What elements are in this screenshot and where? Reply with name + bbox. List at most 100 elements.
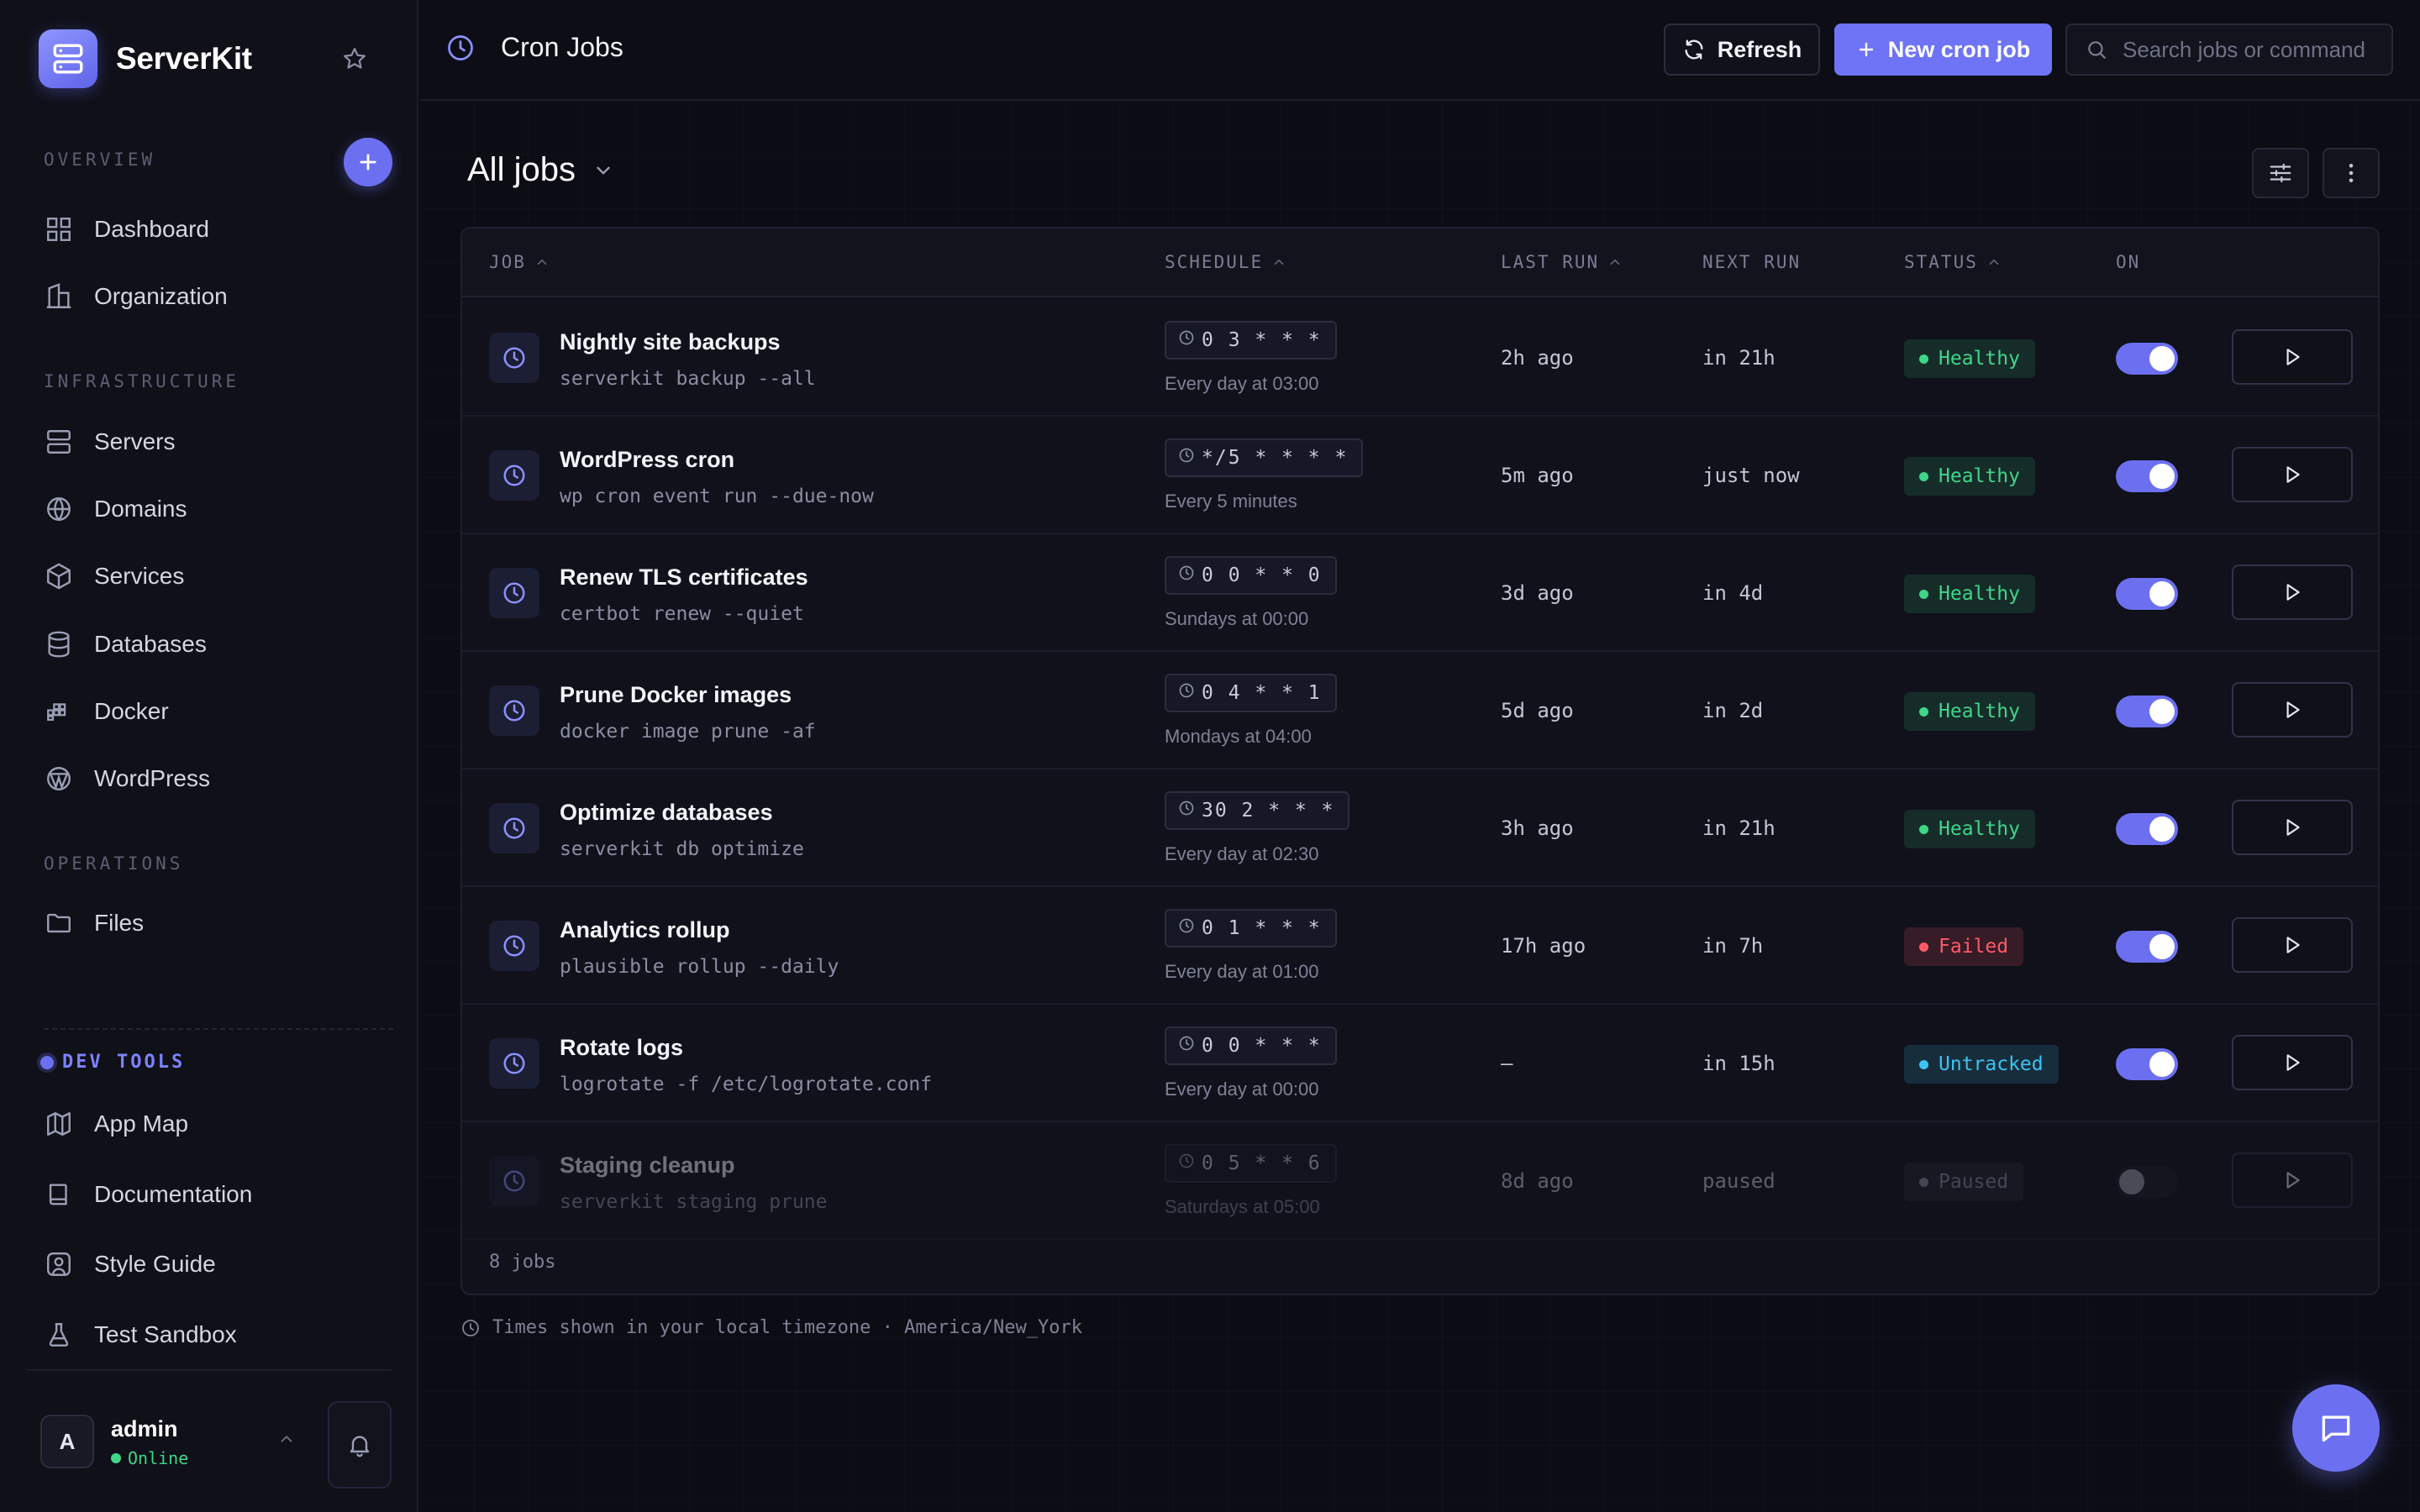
sidebar-item-test-sandbox[interactable]: Test Sandbox bbox=[40, 1310, 393, 1360]
job-name[interactable]: Renew TLS certificates bbox=[560, 564, 808, 591]
database-icon bbox=[40, 626, 77, 663]
chevron-up-icon[interactable] bbox=[277, 1430, 296, 1452]
sidebar-item-organization[interactable]: Organization bbox=[40, 271, 393, 322]
last-run: 3d ago bbox=[1501, 581, 1574, 605]
notifications-button[interactable] bbox=[328, 1401, 392, 1488]
next-run: in 21h bbox=[1702, 816, 1776, 840]
search-icon bbox=[2088, 41, 2106, 59]
table-row[interactable]: Rotate logs logrotate -f /etc/logrotate.c… bbox=[462, 1005, 2378, 1122]
sidebar-item-style-guide[interactable]: Style Guide bbox=[40, 1239, 393, 1289]
enabled-toggle[interactable] bbox=[2116, 696, 2178, 727]
clock-icon bbox=[489, 333, 539, 383]
job-name[interactable]: Optimize databases bbox=[560, 800, 773, 826]
enabled-toggle[interactable] bbox=[2116, 813, 2178, 845]
status-dot-icon bbox=[1919, 589, 1928, 599]
run-now-button[interactable] bbox=[2232, 682, 2353, 738]
job-command: certbot renew --quiet bbox=[560, 603, 804, 625]
status-label: Healthy bbox=[1939, 465, 2020, 487]
sidebar-item-docker[interactable]: Docker bbox=[40, 686, 393, 737]
column-header-label: STATUS bbox=[1904, 252, 1978, 272]
table-row[interactable]: Renew TLS certificates certbot renew --qu… bbox=[462, 534, 2378, 652]
refresh-button[interactable]: Refresh bbox=[1664, 24, 1820, 76]
server-logo-icon bbox=[39, 29, 97, 88]
status-label: Healthy bbox=[1939, 348, 2020, 370]
sidebar-item-dashboard[interactable]: Dashboard bbox=[40, 204, 393, 255]
chat-button[interactable] bbox=[2292, 1384, 2380, 1472]
filter-button[interactable] bbox=[2252, 148, 2309, 198]
view-title: All jobs bbox=[467, 151, 576, 188]
timezone-note-text: Times shown in your local timezone · Ame… bbox=[492, 1317, 1082, 1338]
sidebar-divider bbox=[44, 1028, 393, 1030]
sidebar-item-servers[interactable]: Servers bbox=[40, 417, 393, 467]
search-input[interactable] bbox=[2123, 36, 2383, 63]
star-icon[interactable] bbox=[338, 42, 371, 76]
job-name[interactable]: Staging cleanup bbox=[560, 1152, 735, 1179]
table-row[interactable]: Analytics rollup plausible rollup --daily… bbox=[462, 887, 2378, 1005]
sidebar-item-databases[interactable]: Databases bbox=[40, 619, 393, 669]
sidebar-item-services[interactable]: Services bbox=[40, 551, 393, 601]
job-name[interactable]: Analytics rollup bbox=[560, 917, 730, 943]
run-now-button[interactable] bbox=[2232, 564, 2353, 620]
run-now-button[interactable] bbox=[2232, 800, 2353, 855]
enabled-toggle[interactable] bbox=[2116, 460, 2178, 492]
toggle-knob bbox=[2149, 464, 2175, 489]
enabled-toggle[interactable] bbox=[2116, 1166, 2178, 1198]
search-box[interactable] bbox=[2065, 24, 2393, 76]
run-now-button[interactable] bbox=[2232, 329, 2353, 385]
user-menu[interactable]: A admin Online bbox=[27, 1369, 392, 1495]
clock-icon bbox=[1178, 800, 1202, 822]
grid-icon bbox=[40, 211, 77, 248]
play-icon bbox=[2286, 819, 2300, 836]
column-header-last-run[interactable]: LAST RUN bbox=[1501, 252, 1623, 272]
sidebar-item-files[interactable]: Files bbox=[40, 898, 393, 948]
job-name[interactable]: Prune Docker images bbox=[560, 682, 792, 708]
brand[interactable]: ServerKit bbox=[39, 29, 252, 89]
table-row[interactable]: Nightly site backups serverkit backup --a… bbox=[462, 299, 2378, 417]
page-title: Cron Jobs bbox=[445, 32, 623, 63]
column-header-next-run[interactable]: NEXT RUN bbox=[1702, 252, 1801, 272]
enabled-toggle[interactable] bbox=[2116, 578, 2178, 610]
job-name[interactable]: Nightly site backups bbox=[560, 329, 781, 355]
sort-asc-icon bbox=[537, 259, 547, 265]
building-icon bbox=[40, 278, 77, 315]
run-now-button[interactable] bbox=[2232, 447, 2353, 502]
clock-icon bbox=[1178, 682, 1202, 704]
sidebar-item-app-map[interactable]: App Map bbox=[40, 1099, 393, 1149]
job-name[interactable]: WordPress cron bbox=[560, 447, 734, 473]
cron-jobs-table: JOB SCHEDULE LAST RUN NEXT RUN STATUS ON… bbox=[460, 227, 2380, 1295]
view-selector[interactable]: All jobs bbox=[467, 151, 614, 189]
column-header-schedule[interactable]: SCHEDULE bbox=[1165, 252, 1286, 272]
table-row[interactable]: WordPress cron wp cron event run --due-no… bbox=[462, 417, 2378, 534]
more-options-button[interactable] bbox=[2323, 148, 2380, 198]
schedule-description: Every 5 minutes bbox=[1165, 491, 1297, 512]
enabled-toggle[interactable] bbox=[2116, 931, 2178, 963]
clock-icon bbox=[462, 1319, 479, 1336]
table-row[interactable]: Staging cleanup serverkit staging prune 0 … bbox=[462, 1122, 2378, 1240]
status-dot-icon bbox=[1919, 706, 1928, 717]
schedule-expression: 0 4 * * 1 bbox=[1165, 674, 1337, 712]
add-button[interactable] bbox=[344, 138, 392, 186]
job-command: plausible rollup --daily bbox=[560, 956, 839, 978]
run-now-button[interactable] bbox=[2232, 1035, 2353, 1090]
job-name[interactable]: Rotate logs bbox=[560, 1035, 683, 1061]
play-icon bbox=[2286, 1054, 2300, 1071]
sidebar-item-label: Documentation bbox=[94, 1181, 253, 1207]
enabled-toggle[interactable] bbox=[2116, 343, 2178, 375]
sidebar-item-label: Databases bbox=[94, 631, 207, 657]
sidebar-item-wordpress[interactable]: WordPress bbox=[40, 753, 393, 804]
new-cron-job-button[interactable]: New cron job bbox=[1834, 24, 2052, 76]
table-row[interactable]: Prune Docker images docker image prune -a… bbox=[462, 652, 2378, 769]
book-icon bbox=[40, 1176, 77, 1213]
sidebar-item-documentation[interactable]: Documentation bbox=[40, 1169, 393, 1220]
run-now-button[interactable] bbox=[2232, 1152, 2353, 1208]
column-header-job[interactable]: JOB bbox=[489, 252, 550, 272]
table-row[interactable]: Optimize databases serverkit db optimize 3… bbox=[462, 769, 2378, 887]
section-label-operations: OPERATIONS bbox=[44, 853, 184, 874]
enabled-toggle[interactable] bbox=[2116, 1048, 2178, 1080]
sidebar-item-domains[interactable]: Domains bbox=[40, 484, 393, 534]
column-header-status[interactable]: STATUS bbox=[1904, 252, 2002, 272]
run-now-button[interactable] bbox=[2232, 917, 2353, 973]
sidebar-item-label: Domains bbox=[94, 496, 187, 522]
toggle-knob bbox=[2149, 346, 2175, 371]
wordpress-icon bbox=[40, 760, 77, 797]
